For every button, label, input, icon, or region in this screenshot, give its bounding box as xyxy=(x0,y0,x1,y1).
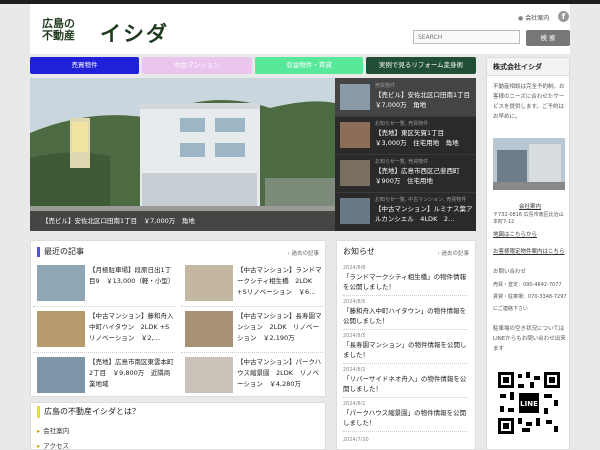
header-company-link[interactable]: ● 会社案内 xyxy=(518,13,549,22)
logo-text[interactable]: 広島の 不動産 xyxy=(42,18,75,42)
slider-thumb xyxy=(340,198,370,224)
slider-thumb xyxy=(340,160,370,186)
nav-rental[interactable]: 収益物件・賃貸 xyxy=(255,57,363,74)
line-qr-code-icon[interactable]: LINE xyxy=(496,370,562,436)
section-title: 最近の記事 xyxy=(37,247,84,257)
news-title[interactable]: 「ランドマークシティ相生橋」の物件情報を公開しました！ xyxy=(343,272,467,292)
customer-properties-link[interactable]: お客様限定物件案内はこちら xyxy=(493,248,567,257)
slider-item[interactable]: 売買物件 【売ビル】安佐北区口田南1丁目 ￥7,000万 角地 xyxy=(335,78,476,117)
facebook-icon[interactable]: f xyxy=(558,11,569,22)
article-thumb xyxy=(37,357,85,393)
slider-item[interactable]: お知らせ一覧, 売買物件 【売地】広島市西区己斐西町 ￥900万 住宅用地 xyxy=(335,154,476,193)
svg-text:LINE: LINE xyxy=(520,400,538,408)
tel-sales: 売買・査定：090-4642-7077 xyxy=(493,282,562,288)
article-item[interactable]: 【月極駐車場】段原日出1丁目9 ￥13,000（軽・小型） xyxy=(33,261,175,307)
hero-slider-image[interactable]: 【売ビル】安佐北区口田南1丁目 ￥7,000万 角地 xyxy=(30,78,335,231)
article-item[interactable]: 【中古マンション】藤和舟入中町ハイタウン 2LDK +Sリノベーション ￥2,… xyxy=(33,307,175,353)
line-note: 駐車場の空き状況についてはLINEからもお問い合わせ出来ます xyxy=(493,326,566,352)
article-thumb xyxy=(37,265,85,301)
building-photo xyxy=(30,78,335,231)
news-date: 2024/8/2 xyxy=(343,367,366,373)
sidebar-company-link[interactable]: 会社案内 xyxy=(493,203,567,212)
news-date: 2024/8/5 xyxy=(343,333,366,339)
site-header: 広島の 不動産 イシダ ●会社案内 f 検 索 xyxy=(30,4,570,54)
article-thumb xyxy=(185,265,233,301)
nav-mansion[interactable]: 中古マンション xyxy=(142,57,252,74)
sidebar-address: 〒732-0816 広島市南区比治山本町7-12 xyxy=(493,212,564,225)
news-date: 2024/8/8 xyxy=(343,265,366,271)
logo-brand[interactable]: イシダ xyxy=(100,18,169,48)
office-photo xyxy=(493,138,565,190)
divider xyxy=(343,295,467,296)
nav-sale[interactable]: 売買物件 xyxy=(30,57,139,74)
article-item[interactable]: 【中古マンション】パークハウス縮景園 2LDK リノベーション ￥4,280万 xyxy=(181,353,323,398)
news-date: 2024/8/1 xyxy=(343,401,366,407)
about-link-access[interactable]: ▸ アクセス xyxy=(37,440,69,450)
about-section: 広島の不動産イシダとは？ ▸ 会社案内 ▸ アクセス xyxy=(30,402,326,450)
divider xyxy=(343,397,467,398)
about-link-company[interactable]: ▸ 会社案内 xyxy=(37,425,69,435)
news-title[interactable]: 「長寿園マンション」の物件情報を公開しました！ xyxy=(343,340,467,360)
triangle-icon: ▸ xyxy=(37,427,41,435)
news-title[interactable]: 「藤和舟入中町ハイタウン」の物件情報を公開しました！ xyxy=(343,306,467,326)
article-thumb xyxy=(185,311,233,347)
slider-item[interactable]: お知らせ一覧, 売買物件 【売地】東区矢賀1丁目 ￥3,000万 住宅用地 角地 xyxy=(335,116,476,155)
more-link[interactable]: › 過去の記事 xyxy=(438,249,469,257)
section-title: お知らせ xyxy=(343,247,375,256)
divider xyxy=(343,329,467,330)
divider xyxy=(343,363,467,364)
tel-note: にご連絡下さい xyxy=(493,306,528,312)
bullet-icon: ● xyxy=(518,15,524,22)
slider-list: 売買物件 【売ビル】安佐北区口田南1丁目 ￥7,000万 角地 お知らせ一覧, … xyxy=(335,78,476,231)
article-thumb xyxy=(185,357,233,393)
contact-heading: お問い合わせ xyxy=(493,269,527,275)
article-item[interactable]: 【中古マンション】長寿園マンション 2LDK リノベーション ￥2,190万 xyxy=(181,307,323,353)
article-item[interactable]: 【売地】広島市南区東雲本町2丁目 ￥9,800万 近隣商業地域 xyxy=(33,353,175,398)
recent-articles: 最近の記事 › 過去の記事 【月極駐車場】段原日出1丁目9 ￥13,000（軽・… xyxy=(30,240,326,397)
more-link[interactable]: › 過去の記事 xyxy=(288,249,319,257)
triangle-icon: ▸ xyxy=(37,442,41,450)
news-title[interactable]: 「パークハウス縮景園」の物件情報を公開しました！ xyxy=(343,408,467,428)
news-title[interactable]: 「リバーサイドネオ舟入」の物件情報を公開しました！ xyxy=(343,374,467,394)
article-item[interactable]: 【中古マンション】ランドマークシティ相生橋 2LDK +Sリノベーション ￥6… xyxy=(181,261,323,307)
tel-rent: 賃貸・駐車場：070-3348-7297 xyxy=(493,294,567,300)
map-link[interactable]: 地図はこちらから xyxy=(493,231,567,240)
news-date: 2024/7/30 xyxy=(343,437,369,443)
news-date: 2024/8/5 xyxy=(343,299,366,305)
nav-reform[interactable]: 実例で見るリフォーム変身術 xyxy=(366,57,476,74)
search-button[interactable]: 検 索 xyxy=(526,30,570,46)
right-sidebar: 株式会社イシダ 不動産相談は完全予約制。お客様のニーズに合わせたサービスを提供し… xyxy=(486,57,570,450)
section-title: 広島の不動産イシダとは？ xyxy=(37,406,140,418)
slider-thumb xyxy=(340,122,370,148)
search-input[interactable] xyxy=(413,30,520,44)
divider xyxy=(343,431,467,432)
sidebar-intro: 不動産相談は完全予約制。お客様のニーズに合わせたサービスを提供します。ご予約はお… xyxy=(493,84,565,120)
slider-thumb xyxy=(340,84,370,110)
hero-caption[interactable]: 【売ビル】安佐北区口田南1丁目 ￥7,000万 角地 xyxy=(30,211,335,231)
sidebar-title: 株式会社イシダ xyxy=(487,58,569,76)
news-section: お知らせ › 過去の記事 2024/8/8 「ランドマークシティ相生橋」の物件情… xyxy=(336,240,476,450)
slider-item[interactable]: お知らせ一覧, 中古マンション, 売買物件 【中古マンション】ルミナス葉アルカン… xyxy=(335,192,476,230)
article-thumb xyxy=(37,311,85,347)
